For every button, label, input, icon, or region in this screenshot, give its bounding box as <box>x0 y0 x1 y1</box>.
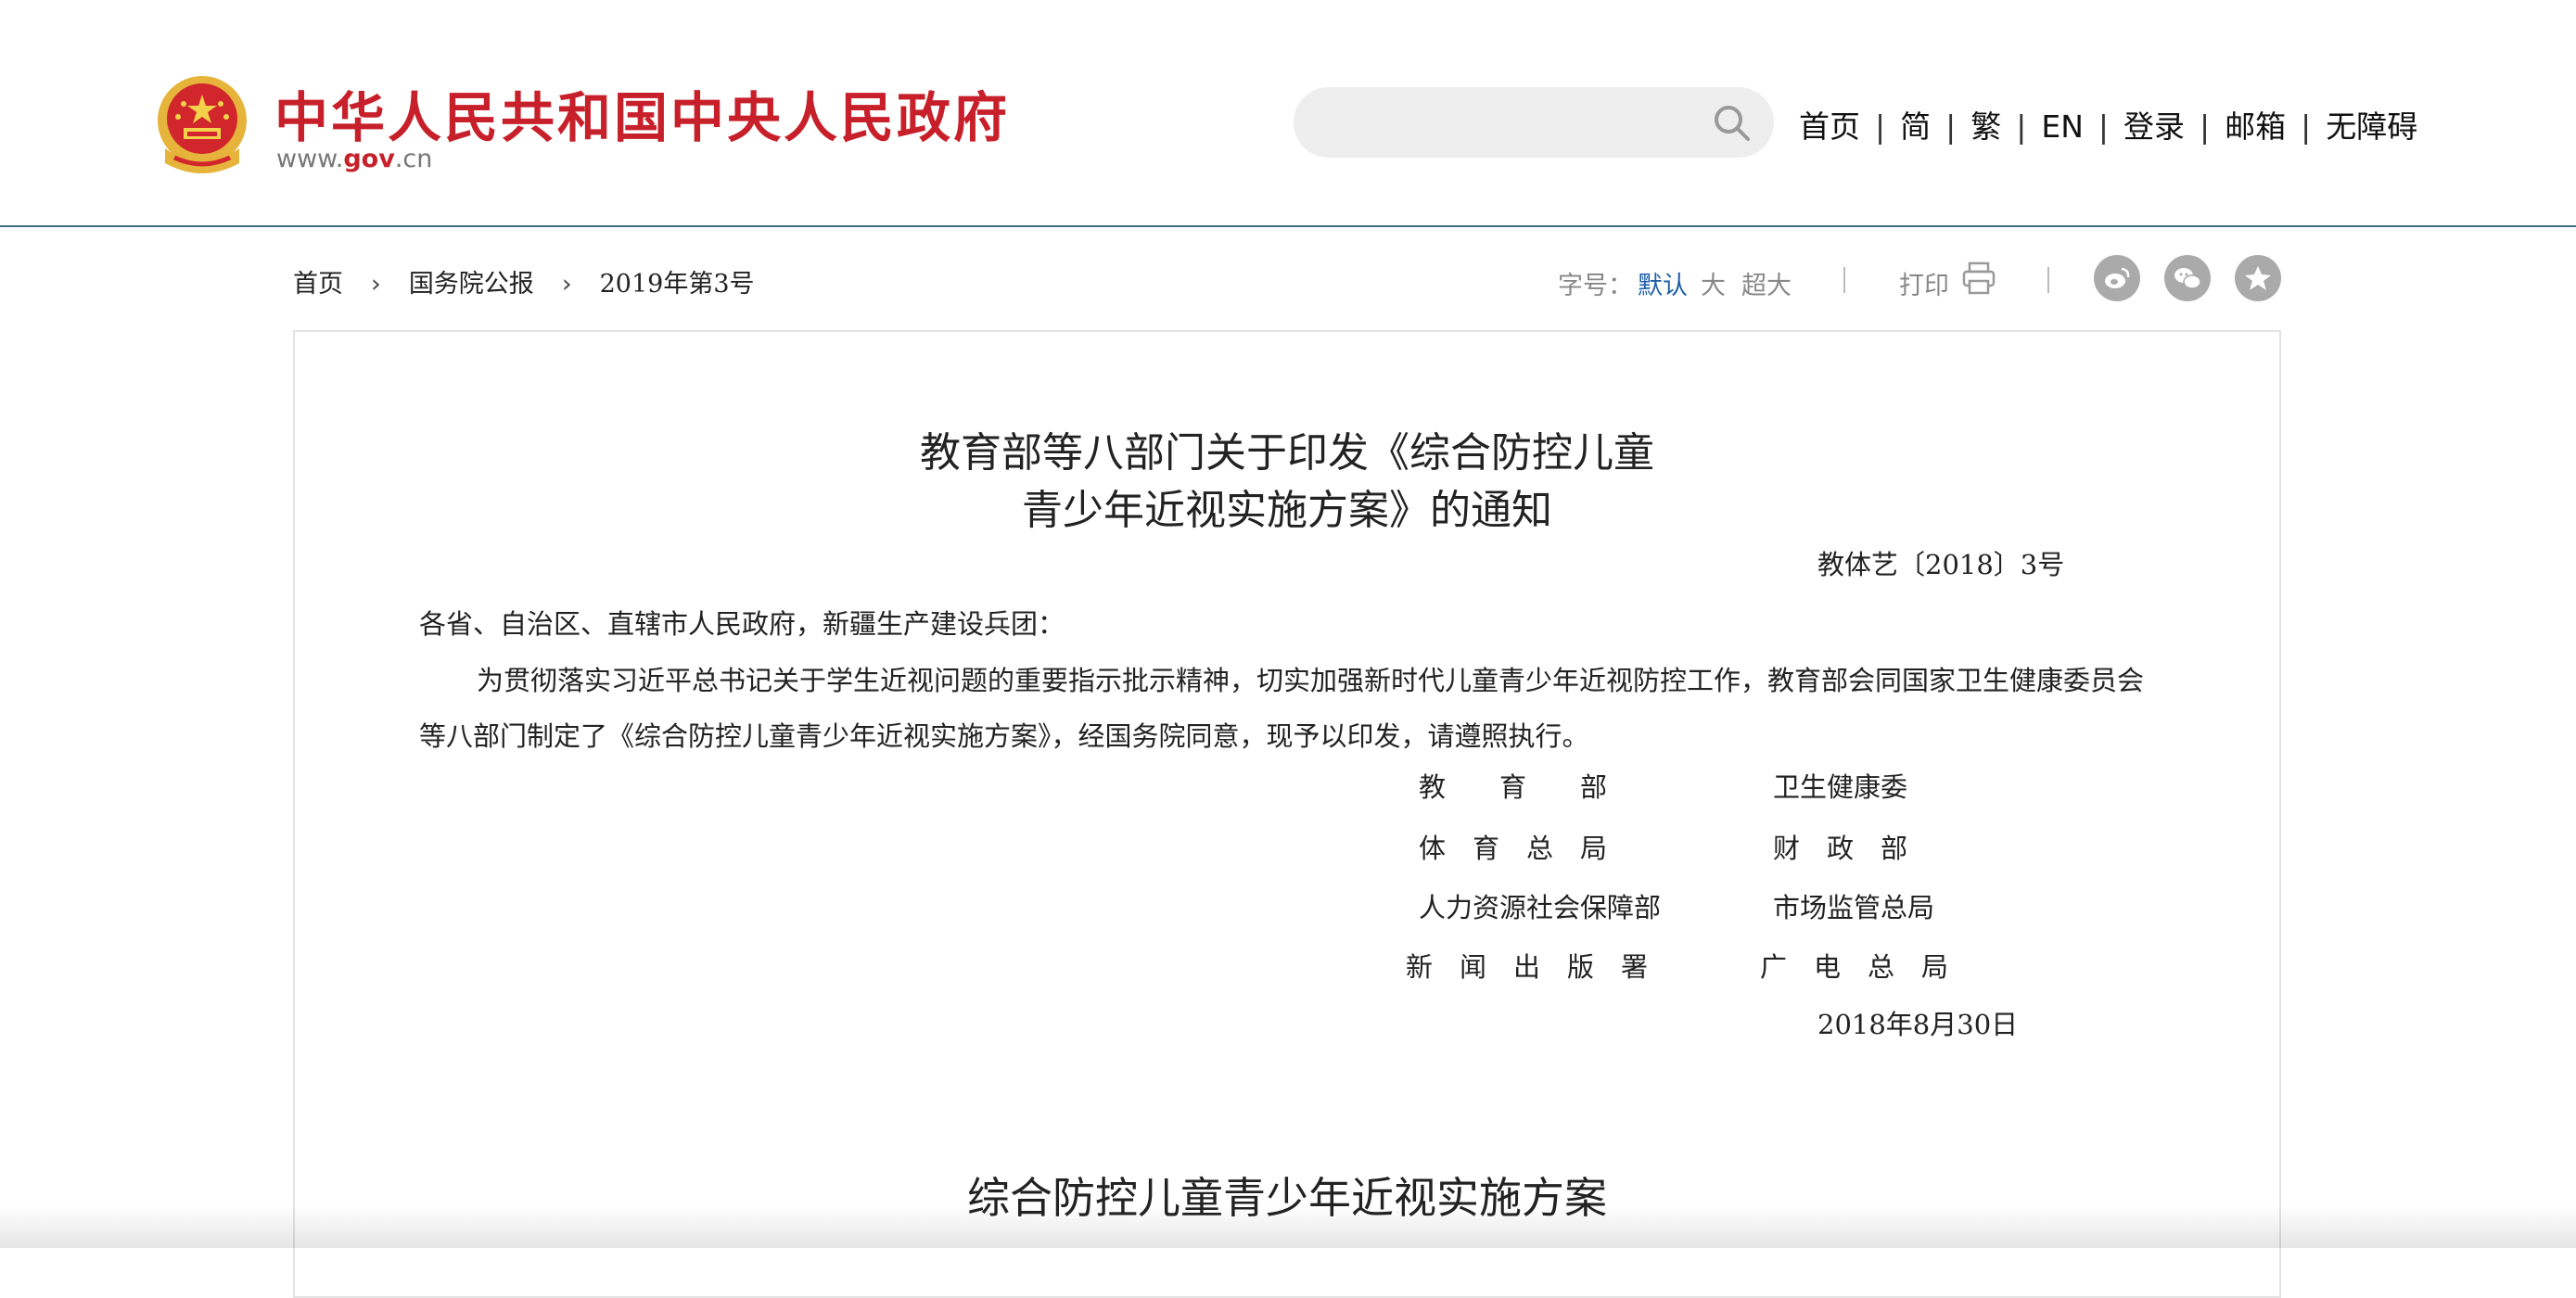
chevron-right-icon: › <box>371 270 381 299</box>
weibo-icon <box>2105 267 2130 288</box>
nav-separator: | <box>1875 108 1886 145</box>
document-number: 教体艺〔2018〕3号 <box>1817 549 2065 580</box>
signatory: 人力资源社会保障部 <box>1419 892 1662 923</box>
nav-english[interactable]: EN <box>2041 108 2084 145</box>
site-url-prefix: www. <box>276 145 344 173</box>
article-title: 教育部等八部门关于印发《综合防控儿童 青少年近视实施方案》的通知 <box>295 425 2279 540</box>
divider <box>1843 267 1845 293</box>
signatory: 广 电 总 局 <box>1760 951 1949 983</box>
signatory: 卫生健康委 <box>1773 771 1908 803</box>
national-emblem-logo[interactable] <box>156 74 249 174</box>
favorite-button[interactable] <box>2235 255 2281 301</box>
search-icon[interactable] <box>1711 102 1752 143</box>
article-title-line-1: 教育部等八部门关于印发《综合防控儿童 <box>920 429 1654 477</box>
signature-date: 2018年8月30日 <box>1817 1009 2019 1040</box>
signatory: 体 育 总 局 <box>1419 833 1608 864</box>
font-size-default[interactable]: 默认 <box>1638 265 1688 301</box>
chevron-right-icon: › <box>561 270 572 299</box>
nav-separator: | <box>2301 108 2312 145</box>
nav-mailbox[interactable]: 邮箱 <box>2225 108 2286 145</box>
divider <box>2047 267 2049 293</box>
search-input[interactable] <box>1294 87 1774 158</box>
nav-separator: | <box>1945 108 1957 145</box>
breadcrumb: 首页 › 国务院公报 › 2019年第3号 <box>293 263 755 299</box>
nav-simplified[interactable]: 简 <box>1900 108 1931 145</box>
article-title-line-2: 青少年近视实施方案》的通知 <box>1022 487 1552 534</box>
font-size-large[interactable]: 大 <box>1701 265 1726 301</box>
plan-title: 综合防控儿童青少年近视实施方案 <box>967 1173 1607 1223</box>
site-url: www.gov.cn <box>276 145 432 173</box>
body-paragraph: 为贯彻落实习近平总书记关于学生近视问题的重要指示批示精神，切实加强新时代儿童青少… <box>419 665 2145 752</box>
top-nav: 首页 | 简 | 繁 | EN | 登录 | 邮箱 | 无障碍 <box>1799 102 2417 146</box>
nav-separator: | <box>2016 108 2027 145</box>
wechat-share-button[interactable] <box>2164 255 2211 301</box>
site-header: 中华人民共和国中央人民政府 www.gov.cn 首页 | 简 | 繁 | EN | 登录 | 邮箱… <box>0 0 2576 227</box>
breadcrumb-issue[interactable]: 2019年第3号 <box>600 270 755 299</box>
addressee: 各省、自治区、直辖市人民政府，新疆生产建设兵团： <box>419 608 1065 640</box>
font-size-label: 字号： <box>1558 272 1633 300</box>
wechat-icon <box>2174 268 2201 289</box>
signatory: 财 政 部 <box>1773 833 1908 864</box>
nav-accessibility[interactable]: 无障碍 <box>2326 108 2417 145</box>
breadcrumb-home[interactable]: 首页 <box>293 270 343 299</box>
weibo-share-button[interactable] <box>2094 255 2140 301</box>
site-url-suffix: .cn <box>394 145 433 173</box>
signatory: 教 育 部 <box>1419 771 1608 803</box>
font-size-xlarge[interactable]: 超大 <box>1741 265 1792 301</box>
favorite-star-icon <box>2245 266 2271 290</box>
site-url-domain: gov <box>343 145 395 173</box>
nav-home[interactable]: 首页 <box>1799 108 1860 145</box>
nav-separator: | <box>2200 108 2211 145</box>
signatory: 新 闻 出 版 署 <box>1406 951 1649 983</box>
signatory: 市场监管总局 <box>1773 892 1935 923</box>
nav-separator: | <box>2098 108 2110 145</box>
article-body: 教育部等八部门关于印发《综合防控儿童 青少年近视实施方案》的通知 教体艺〔201… <box>293 330 2281 1298</box>
nav-traditional[interactable]: 繁 <box>1970 108 2001 145</box>
breadcrumb-gazette[interactable]: 国务院公报 <box>409 270 534 299</box>
site-title[interactable]: 中华人民共和国中央人民政府 <box>274 74 1010 152</box>
printer-icon[interactable] <box>1960 260 1997 297</box>
print-label[interactable]: 打印 <box>1899 265 1949 301</box>
nav-login[interactable]: 登录 <box>2123 108 2185 145</box>
